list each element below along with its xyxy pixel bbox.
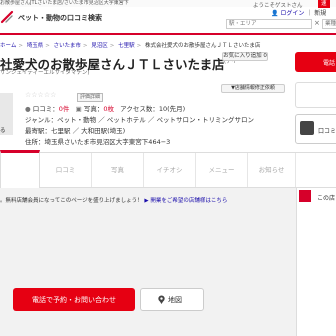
tel-button-top[interactable]: 電話 — [295, 52, 336, 72]
review-post-icon — [300, 121, 314, 135]
review-label: 口コミ — [32, 105, 53, 113]
site-name[interactable]: ペット・動物の口コミ検索 — [18, 13, 102, 23]
photo-label: 写真 — [83, 105, 97, 113]
review-post-label: 口コミ投稿 — [318, 128, 336, 135]
multiply-icon: × — [314, 19, 320, 27]
favorite-count: 0 — [263, 53, 267, 59]
breadcrumb-current: 株式会社愛犬のお散歩屋さんＪＴＬさいたま店 — [145, 43, 261, 49]
user-icon: 👤 — [271, 10, 279, 17]
review-count[interactable]: 0件 — [59, 105, 70, 113]
station-row: 最寄駅：七里駅 ／ 大和田駅(埼玉) — [25, 127, 126, 135]
tab-reviews[interactable]: 口コミ — [40, 153, 92, 187]
stats-row: ● 口コミ：0件 ▣ 写真：0枚 アクセス数：10(先月) — [25, 105, 186, 113]
fix-request-button[interactable]: ▼店舗情報修正依頼 — [221, 84, 285, 93]
breadcrumb-sep: > — [45, 43, 50, 49]
map-label: 地図 — [168, 296, 182, 304]
rating-stars: ☆☆☆☆☆ — [25, 91, 57, 99]
header-red-rule — [0, 33, 336, 35]
tab-news[interactable]: お知らせ — [248, 153, 296, 187]
photo-count[interactable]: 0枚 — [103, 105, 114, 113]
tab-menu[interactable]: メニュー — [196, 153, 248, 187]
genre-row: ジャンル：ペット・動物 ／ ペットホテル ／ ペットサロン・トリミングサロン — [25, 116, 254, 124]
breadcrumb-sep: > — [82, 43, 88, 49]
tab-photos[interactable]: 写真 — [92, 153, 144, 187]
login-area: 👤 ログイン ｜ 新規 — [271, 8, 326, 17]
right-panel-marker — [299, 190, 311, 202]
breadcrumb-sep: > — [136, 43, 142, 49]
rating-detail-button[interactable]: 評価詳細 — [77, 93, 104, 102]
side-card — [295, 82, 336, 108]
content-area — [0, 188, 336, 336]
signup-link[interactable]: 新規 — [314, 10, 326, 17]
breadcrumb-city[interactable]: さいたま市 — [54, 43, 81, 49]
top-breadcrumb-text: お散歩屋さんJTLさいたま店/さいたま市見沼区大字東宮下 — [0, 0, 129, 6]
photo-button-label[interactable]: る — [0, 126, 6, 134]
address-row: 住所：埼玉県さいたま市見沼区大字東宮下464−3 — [25, 138, 171, 146]
tel-button-top-label: 電話 — [323, 60, 336, 67]
login-separator: ｜ — [306, 10, 313, 17]
sokuho-badge[interactable]: 速 — [318, 0, 330, 8]
photo-icon: ▣ — [75, 105, 82, 113]
owner-signup-link[interactable]: ▶ 開業をご希望の店舗様はこちら — [144, 198, 227, 204]
breadcrumb-sep: > — [109, 43, 115, 49]
breadcrumb-station[interactable]: 七里駅 — [118, 43, 135, 49]
breadcrumb-sep: > — [18, 43, 23, 49]
tel-reserve-button[interactable]: 電話で予約・お問い合わせ — [13, 288, 135, 311]
breadcrumb-prefecture[interactable]: 埼玉県 — [27, 43, 44, 49]
owner-notice: 。無料店舗会員になってこのページを盛り上げましょう！ ▶ 開業をご希望の店舗様は… — [0, 196, 290, 205]
right-panel-text: この店 — [317, 195, 336, 202]
favorite-button-label: お気に入り追加 — [223, 53, 262, 59]
shop-kana: サンジェイティーエルサイタマテン) — [0, 70, 90, 76]
breadcrumb: ホーム > 埼玉県 > さいたま市 > 見沼区 > 七里駅 > 株式会社愛犬のお散歩屋さん… — [0, 42, 336, 51]
keyword-search-input[interactable] — [322, 19, 336, 29]
access-label: アクセス数 — [120, 105, 153, 113]
notice-text: 。無料店舗会員になってこのページを盛り上げましょう！ — [0, 198, 143, 204]
tel-reserve-label: 電話で予約・お問い合わせ — [32, 296, 116, 304]
tab-recommend[interactable]: イチオシ — [144, 153, 196, 187]
access-count: 10(先月) — [158, 105, 186, 113]
favorite-button[interactable]: お気に入り追加 0 — [222, 52, 268, 61]
breadcrumb-ward[interactable]: 見沼区 — [91, 43, 108, 49]
tab-top[interactable] — [0, 150, 40, 188]
review-icon: ● — [25, 105, 31, 113]
right-panel — [296, 188, 336, 336]
area-search-input[interactable] — [226, 19, 312, 29]
login-link[interactable]: ログイン — [280, 10, 304, 17]
map-pin-icon — [158, 295, 165, 304]
breadcrumb-home[interactable]: ホーム — [0, 43, 16, 49]
logo-icon[interactable] — [0, 10, 14, 24]
